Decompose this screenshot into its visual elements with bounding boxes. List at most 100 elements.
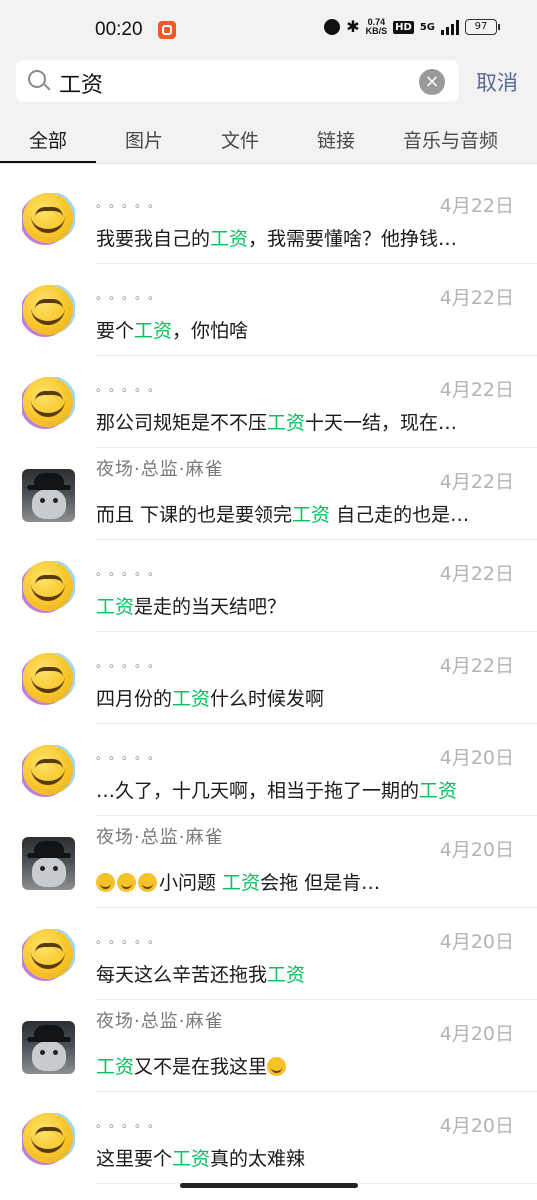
snippet-text: 真的太难辣 [210, 1148, 306, 1170]
avatar-cat-photo [22, 1021, 75, 1074]
network-speed: 0.74 KB/S [366, 18, 388, 36]
avatar-smiley-icon [22, 561, 75, 614]
message-snippet: 这里要个工资真的太难辣 [96, 1144, 305, 1171]
result-row[interactable]: 。。。。。 4月20日这里要个工资真的太难辣 [0, 1092, 537, 1184]
keyword-highlight: 工资 [96, 596, 135, 618]
message-date: 4月22日 [439, 287, 514, 309]
keyword-highlight: 工资 [172, 1148, 211, 1170]
sender-name: 。。。。。 [96, 932, 168, 946]
app-notification-icon [158, 21, 176, 39]
snippet-text: 每天这么辛苦还拖我 [96, 964, 268, 986]
tab-music-audio[interactable]: 音乐与音频 [403, 126, 498, 153]
result-row[interactable]: 。。。。。 4月22日 工资是走的当天结吧？ [0, 540, 537, 632]
message-date: 4月20日 [439, 1115, 514, 1137]
snippet-text: 什么时候发啊 [210, 688, 325, 710]
message-snippet: 工资又不是在我这里 [96, 1052, 288, 1079]
tab-all[interactable]: 全部 [29, 126, 67, 153]
alarm-icon [324, 19, 341, 35]
search-input[interactable]: 工资 [59, 67, 103, 99]
laugh-cry-emoji-icon [117, 873, 136, 892]
message-date: 4月22日 [439, 195, 514, 217]
snippet-text: 而且 下课的也是要领完 [96, 504, 293, 526]
bluetooth-icon: ✱ [346, 17, 360, 36]
search-icon [28, 70, 46, 88]
search-field[interactable]: 工资 × [16, 60, 459, 102]
message-date: 4月20日 [439, 931, 514, 953]
hd-icon: HD [393, 20, 414, 34]
result-row[interactable]: 。。。。。 4月22日要个工资，你怕啥 [0, 264, 537, 356]
result-row[interactable]: 。。。。。 4月20日每天这么辛苦还拖我工资 [0, 908, 537, 1000]
sender-name: 。。。。。 [96, 656, 168, 670]
network-type: 5G [419, 21, 435, 33]
snippet-text: 会拖 但是肯… [260, 872, 381, 894]
result-row[interactable]: 夜场·总监·麻雀 4月20日 工资又不是在我这里 [0, 1000, 537, 1092]
search-bar: 工资 × 取消 [0, 58, 537, 112]
avatar-smiley-icon [22, 377, 75, 430]
keyword-highlight: 工资 [267, 412, 306, 434]
sender-name: 夜场·总监·麻雀 [96, 459, 224, 480]
home-indicator[interactable] [180, 1183, 358, 1188]
status-time: 00:20 [95, 19, 143, 40]
snippet-text: 十天一结，现在… [305, 412, 458, 434]
tab-files[interactable]: 文件 [221, 126, 259, 153]
avatar-cat-photo [22, 469, 75, 522]
keyword-highlight: 工资 [292, 504, 331, 526]
keyword-highlight: 工资 [172, 688, 211, 710]
sender-name: 。。。。。 [96, 748, 168, 762]
sender-name: 。。。。。 [96, 1116, 168, 1130]
sender-name: 。。。。。 [96, 196, 168, 210]
sender-name: 。。。。。 [96, 380, 168, 394]
keyword-highlight: 工资 [222, 872, 261, 894]
message-snippet: 四月份的工资什么时候发啊 [96, 684, 324, 711]
battery-icon: 97 [465, 19, 500, 35]
message-date: 4月22日 [439, 379, 514, 401]
laugh-cry-emoji-icon [267, 1057, 287, 1076]
keyword-highlight: 工资 [134, 320, 173, 342]
status-bar: 00:20 ✱ 0.74 KB/S HD 5G 97 [0, 0, 537, 58]
signal-icon [441, 19, 459, 35]
status-icons: ✱ 0.74 KB/S HD 5G 97 [324, 17, 500, 36]
snippet-text: …久了，十几天啊，相当于拖了一期的 [96, 780, 420, 802]
result-row[interactable]: 。。。。。 4月22日那公司规矩是不不压工资十天一结，现在… [0, 356, 537, 448]
snippet-text: 小问题 [159, 872, 223, 894]
cancel-button[interactable]: 取消 [476, 67, 518, 97]
list-top-edge [0, 164, 537, 172]
message-date: 4月22日 [439, 563, 514, 585]
message-date: 4月20日 [439, 747, 514, 769]
snippet-text: ，你怕啥 [172, 320, 249, 342]
avatar-smiley-icon [22, 193, 75, 246]
avatar-cat-photo [22, 837, 75, 890]
clear-icon[interactable]: × [419, 69, 445, 95]
search-results-list: 。。。。。 4月22日 我要我自己的工资，我需要懂啥？他挣钱…。。。。。 4月22日要… [0, 172, 537, 1184]
avatar-smiley-icon [22, 653, 75, 706]
avatar-smiley-icon [22, 745, 75, 798]
message-snippet: 那公司规矩是不不压工资十天一结，现在… [96, 408, 457, 435]
snippet-text: 四月份的 [96, 688, 173, 710]
message-date: 4月22日 [439, 655, 514, 677]
avatar-smiley-icon [22, 929, 75, 982]
message-snippet: 小问题 工资会拖 但是肯… [96, 868, 380, 895]
message-snippet: 要个工资，你怕啥 [96, 316, 248, 343]
result-row[interactable]: 。。。。。 4月22日我要我自己的工资，我需要懂啥？他挣钱… [0, 172, 537, 264]
snippet-text: ，我需要懂啥？他挣钱… [248, 228, 458, 250]
snippet-text: 是走的当天结吧？ [134, 596, 287, 618]
keyword-highlight: 工资 [267, 964, 306, 986]
snippet-text: 我要我自己的 [96, 228, 211, 250]
result-row[interactable]: 夜场·总监·麻雀 4月22日 而且 下课的也是要领完工资 自己走的也是… [0, 448, 537, 540]
snippet-text: 自己走的也是… [330, 504, 470, 526]
result-row[interactable]: 。。。。。 4月20日 …久了，十几天啊，相当于拖了一期的工资 [0, 724, 537, 816]
category-tabs: 全部 图片 文件 链接 音乐与音频 [0, 112, 537, 164]
keyword-highlight: 工资 [419, 780, 458, 802]
result-row[interactable]: 夜场·总监·麻雀 4月20日 小问题 工资会拖 但是肯… [0, 816, 537, 908]
sender-name: 。。。。。 [96, 288, 168, 302]
avatar-smiley-icon [22, 1113, 75, 1166]
keyword-highlight: 工资 [210, 228, 249, 250]
message-snippet: 每天这么辛苦还拖我工资 [96, 960, 305, 987]
snippet-text: 又不是在我这里 [134, 1056, 268, 1078]
message-snippet: 而且 下课的也是要领完工资 自己走的也是… [96, 500, 469, 527]
snippet-text: 要个 [96, 320, 135, 342]
tab-links[interactable]: 链接 [317, 126, 355, 153]
tab-images[interactable]: 图片 [125, 126, 163, 153]
result-row[interactable]: 。。。。。 4月22日四月份的工资什么时候发啊 [0, 632, 537, 724]
snippet-text: 那公司规矩是不不压 [96, 412, 268, 434]
